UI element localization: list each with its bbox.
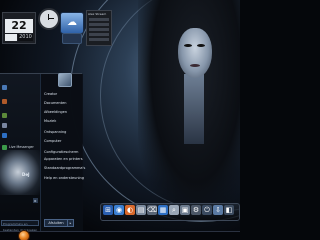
start-orb-button[interactable] [18,230,30,240]
calendar-date: 22 [5,19,33,33]
globe-icon[interactable]: ◉ [114,205,124,215]
start-menu-item-help[interactable]: Help en ondersteuning [44,174,84,182]
desktop: 22 2010 ☁ Alex Stream Live Messenger DeJ… [0,0,240,240]
start-menu-item-creator[interactable]: Creator [44,90,82,98]
notes-icon[interactable]: ▤ [136,205,146,215]
search-icon[interactable]: ⌕ [169,205,179,215]
clock-minute-hand [48,18,54,19]
pinned-program[interactable] [2,112,38,120]
feed-row[interactable] [89,28,109,31]
taskbar [0,231,240,240]
program-icon [2,99,7,104]
feed-row[interactable] [89,18,109,21]
settings-icon[interactable]: ⚙ [191,205,201,215]
start-menu-item-devices[interactable]: Apparaten en printers [44,155,83,163]
pinned-program[interactable] [2,122,38,130]
download-icon[interactable]: ⇩ [213,205,223,215]
feed-row[interactable] [89,38,109,41]
firefox-icon[interactable]: ◐ [125,205,135,215]
shutdown-options-button[interactable]: ▸ [67,219,74,227]
calendar-gadget[interactable]: 22 2010 [2,12,36,44]
start-menu-item-music[interactable]: Muziek [44,117,82,125]
photo-icon[interactable]: ▣ [180,205,190,215]
start-menu-item-pictures[interactable]: Afbeeldingen [44,108,82,116]
clock-hour-hand [48,14,49,20]
start-menu-item-documents[interactable]: Documenten [44,99,82,107]
wallpaper-figure-face [178,28,212,78]
program-icon [2,123,7,128]
all-programs-button[interactable]: ▸ [33,198,38,203]
cloud-icon: ☁ [67,17,77,28]
bag-icon[interactable]: ◧ [224,205,234,215]
user-avatar[interactable] [58,73,72,87]
wallpaper-figure-neck [184,74,204,144]
wallpaper-figure-eye [197,44,205,47]
clock-gadget[interactable] [38,8,60,30]
mini-gadget[interactable] [62,33,82,44]
start-menu-item-games[interactable]: Ontspanning [44,128,82,136]
program-icon [2,133,7,138]
feed-header: Alex Stream [88,12,107,16]
network-icon[interactable]: ▦ [158,205,168,215]
wallpaper-figure-eye [184,44,192,47]
pinned-program[interactable] [2,98,38,106]
calendar-month [5,34,17,41]
program-icon [2,113,7,118]
pinned-program[interactable] [2,132,38,140]
pinned-program[interactable] [2,84,38,92]
program-icon [2,85,7,90]
start-menu-item-default-programs[interactable]: Standaardprogramma's [44,164,85,172]
windows-icon[interactable]: ⊞ [103,205,113,215]
feed-row[interactable] [89,33,109,36]
calendar-year: 2010 [18,34,33,41]
feed-row[interactable] [89,23,109,26]
trash-icon[interactable]: ⌫ [147,205,157,215]
shutdown-button[interactable]: Afsluiten [44,219,68,227]
power-icon[interactable]: ⏻ [202,205,212,215]
start-menu-item-computer[interactable]: Computer [44,137,82,145]
feed-gadget[interactable]: Alex Stream [86,10,112,46]
start-search-input[interactable]: Programma's en bestanden doorzoeken [1,220,39,232]
pinned-program-label: Live Messenger [9,145,34,149]
wallpaper-figure-lips [190,64,200,67]
dj-image [0,150,40,195]
dj-label: DeJ [22,172,30,177]
weather-gadget[interactable]: ☁ [60,12,84,34]
